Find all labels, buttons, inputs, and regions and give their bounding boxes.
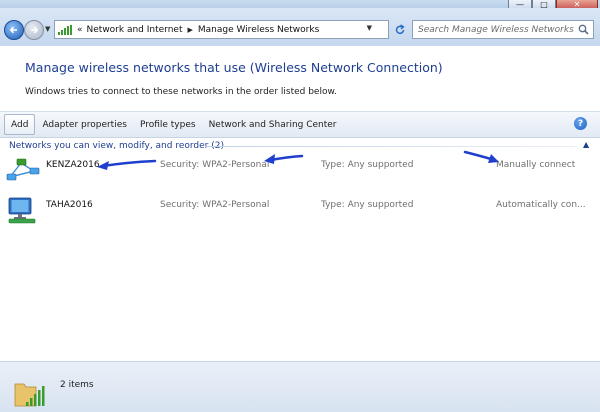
network-security: Security: WPA2-Personal	[160, 200, 270, 210]
refresh-button[interactable]	[392, 22, 407, 37]
breadcrumb-arrow-icon[interactable]: ▶	[187, 26, 192, 34]
network-row[interactable]: TAHA2016 Security: WPA2-Personal Type: A…	[0, 195, 600, 225]
forward-button[interactable]	[24, 20, 44, 40]
help-icon[interactable]: ?	[574, 117, 587, 130]
network-type: Type: Any supported	[321, 160, 414, 170]
item-count: 2 items	[60, 380, 94, 390]
network-type: Type: Any supported	[321, 200, 414, 210]
network-connection-mode: Manually connect	[496, 160, 576, 170]
recent-pages-dropdown[interactable]: ▼	[45, 25, 50, 33]
back-arrow-icon	[9, 26, 17, 34]
command-bar: Add Adapter properties Profile types Net…	[0, 111, 600, 138]
network-security: Security: WPA2-Personal	[160, 160, 270, 170]
network-sharing-center-button[interactable]: Network and Sharing Center	[203, 115, 343, 134]
annotation-arrow-icon	[264, 154, 304, 164]
wireless-folder-icon	[14, 383, 45, 407]
network-name: KENZA2016	[46, 160, 100, 170]
annotation-arrow-icon	[97, 159, 157, 170]
page-title: Manage wireless networks that use (Wirel…	[25, 60, 443, 75]
breadcrumb-manage-wireless-networks[interactable]: Manage Wireless Networks	[198, 25, 319, 35]
wireless-network-icon	[6, 158, 40, 181]
breadcrumb-network-and-internet[interactable]: Network and Internet	[87, 25, 183, 35]
adapter-properties-button[interactable]: Adapter properties	[36, 115, 133, 134]
title-bar: — □ ✕	[0, 0, 600, 11]
profile-types-button[interactable]: Profile types	[134, 115, 202, 134]
forward-arrow-icon	[31, 26, 39, 34]
network-signal-icon	[58, 24, 72, 35]
breadcrumb-overflow[interactable]: «	[77, 25, 83, 35]
add-button[interactable]: Add	[4, 114, 36, 135]
network-connection-mode: Automatically con...	[496, 200, 586, 210]
annotation-arrow-icon	[463, 150, 499, 163]
status-bar: 2 items	[0, 361, 600, 412]
collapse-group-icon[interactable]: ▲	[583, 140, 589, 149]
group-divider	[205, 146, 575, 147]
search-box[interactable]	[412, 20, 594, 39]
address-dropdown-icon[interactable]: ▼	[367, 24, 372, 32]
back-button[interactable]	[4, 20, 24, 40]
search-input[interactable]	[413, 24, 578, 35]
refresh-icon	[395, 23, 405, 34]
navigation-bar: ▼ « Network and Internet ▶ Manage Wirele…	[0, 8, 600, 46]
networks-group-header[interactable]: Networks you can view, modify, and reord…	[9, 141, 224, 151]
computer-network-icon	[8, 197, 36, 224]
search-icon[interactable]	[578, 24, 589, 35]
page-description: Windows tries to connect to these networ…	[25, 87, 337, 97]
address-bar[interactable]: « Network and Internet ▶ Manage Wireless…	[54, 20, 389, 39]
network-name: TAHA2016	[46, 200, 93, 210]
